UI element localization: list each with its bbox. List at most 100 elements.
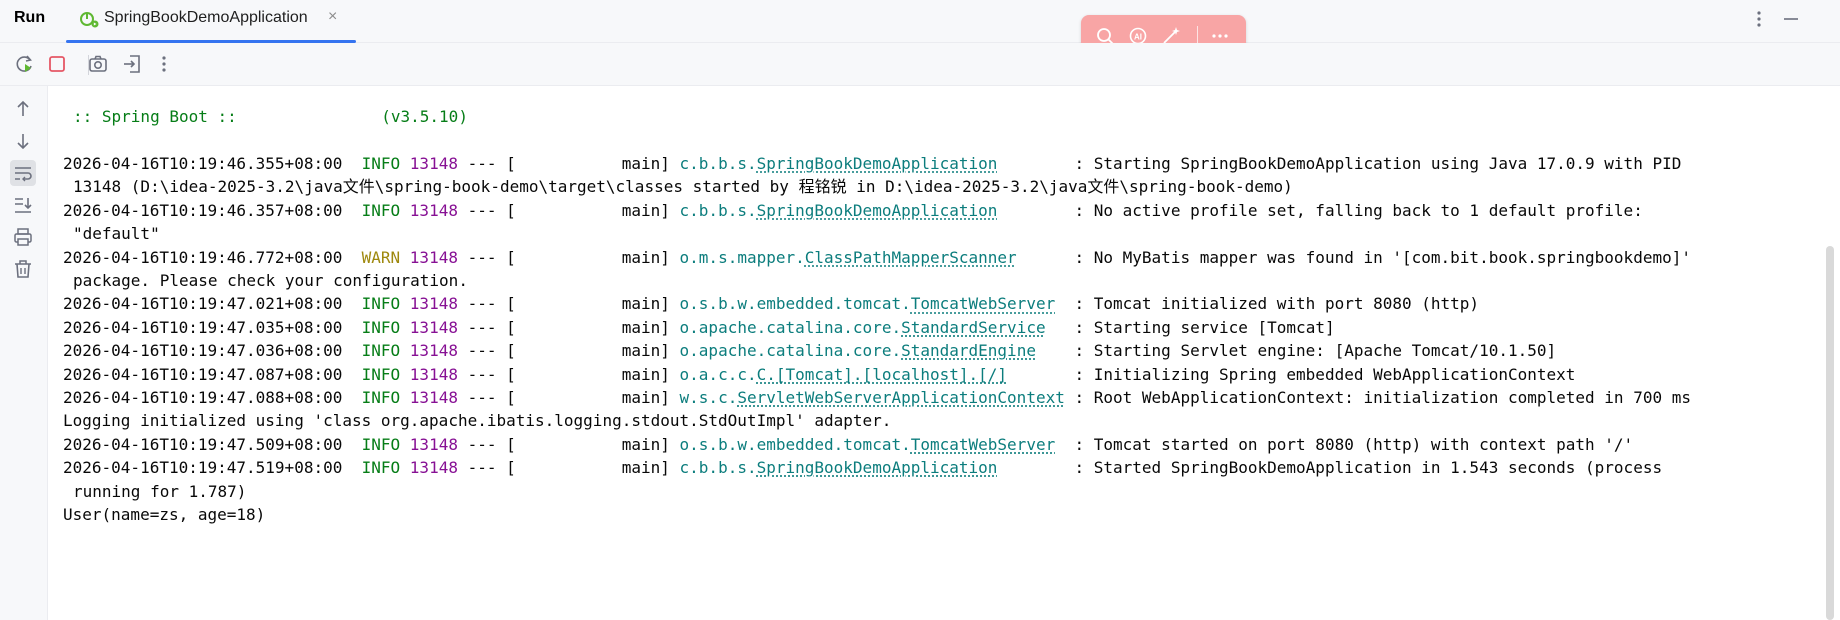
log-line: 2026-04-16T10:19:47.035+08:00 INFO 13148… (63, 318, 1335, 338)
print-icon[interactable] (10, 224, 36, 250)
log-separator: --- [ (457, 434, 516, 454)
rerun-icon[interactable] (12, 52, 36, 76)
log-timestamp: 2026-04-16T10:19:47.509+08:00 (63, 434, 343, 454)
log-timestamp: 2026-04-16T10:19:47.021+08:00 (63, 294, 343, 314)
log-message: : No active profile set, falling back to… (1074, 200, 1643, 220)
log-separator: --- [ (457, 364, 516, 384)
log-padding (1055, 294, 1074, 313)
log-message: : No MyBatis mapper was found in '[com.b… (1074, 247, 1691, 267)
log-level: INFO (361, 341, 401, 361)
run-actionbar (0, 43, 1840, 86)
log-logger-class-link[interactable]: SpringBookDemoApplication (757, 154, 998, 173)
tool-window-header: Run SpringBookDemoApplication × (0, 0, 1840, 43)
svg-text:AI: AI (1134, 33, 1142, 42)
log-pid: 13148 (409, 434, 458, 454)
log-logger-class-link[interactable]: TomcatWebServer (911, 294, 1056, 313)
log-separator: --- [ (457, 458, 516, 478)
log-level: INFO (361, 364, 401, 384)
log-pid: 13148 (409, 388, 458, 407)
tab-springbookdemoapplication[interactable]: SpringBookDemoApplication × (66, 0, 356, 43)
trash-icon[interactable] (10, 256, 36, 282)
log-line: 2026-04-16T10:19:46.772+08:00 WARN 13148… (63, 248, 1691, 268)
log-message: : Tomcat started on port 8080 (http) wit… (1074, 434, 1634, 454)
tab-label: SpringBookDemoApplication (104, 9, 308, 26)
log-level: INFO (361, 388, 401, 407)
log-padding (1007, 365, 1074, 384)
minimize-icon[interactable] (1780, 8, 1802, 30)
log-logger-class-link[interactable]: TomcatWebServer (911, 435, 1056, 454)
log-timestamp: 2026-04-16T10:19:47.035+08:00 (63, 317, 343, 337)
soft-wrap-icon[interactable] (10, 160, 36, 186)
log-logger-class-link[interactable]: ServletWebServerApplicationContext (737, 388, 1065, 407)
log-thread: main] (515, 247, 680, 267)
log-pid: 13148 (409, 294, 458, 314)
log-timestamp: 2026-04-16T10:19:47.087+08:00 (63, 364, 343, 384)
log-message: : Root WebApplicationContext: initializa… (1074, 388, 1691, 407)
log-line: 2026-04-16T10:19:47.519+08:00 INFO 13148… (63, 458, 1662, 478)
console-side-toolbar (0, 86, 48, 620)
log-padding (997, 154, 1074, 173)
log-thread: main] (515, 458, 680, 478)
log-logger-package: c.b.b.s. (679, 458, 757, 478)
log-level: INFO (361, 458, 401, 478)
more-vertical-icon[interactable] (152, 52, 176, 76)
log-line: 2026-04-16T10:19:46.355+08:00 INFO 13148… (63, 154, 1681, 174)
log-logger-package: o.s.b.w.embedded.tomcat. (679, 434, 911, 454)
log-logger-class-link[interactable]: StandardService (901, 318, 1046, 337)
log-logger-package: o.apache.catalina.core. (679, 317, 902, 337)
log-line-continuation: 13148 (D:\idea-2025-3.2\java文件\spring-bo… (73, 177, 1293, 197)
log-logger-package: o.apache.catalina.core. (679, 341, 902, 361)
log-level: INFO (361, 294, 401, 314)
log-separator: --- [ (457, 341, 516, 361)
log-logger-class-link[interactable]: SpringBookDemoApplication (757, 201, 998, 220)
log-logger-package: w.s.c. (679, 388, 738, 407)
log-line: 2026-04-16T10:19:47.509+08:00 INFO 13148… (63, 435, 1633, 455)
stop-icon[interactable] (45, 52, 69, 76)
spring-boot-banner: :: Spring Boot :: (v3.5.10) (73, 107, 468, 126)
scroll-to-end-icon[interactable] (10, 192, 36, 218)
log-logger-class-link[interactable]: SpringBookDemoApplication (757, 458, 998, 477)
log-timestamp: 2026-04-16T10:19:46.355+08:00 (63, 154, 343, 173)
log-timestamp: 2026-04-16T10:19:47.088+08:00 (63, 388, 343, 407)
log-separator: --- [ (457, 388, 516, 407)
log-separator: --- [ (457, 154, 516, 173)
log-thread: main] (515, 294, 680, 314)
exit-icon[interactable] (120, 52, 144, 76)
arrow-down-icon[interactable] (10, 128, 36, 154)
log-level: INFO (361, 154, 401, 173)
camera-icon[interactable] (86, 52, 110, 76)
log-thread: main] (515, 388, 680, 407)
log-logger-class-link[interactable]: C.[Tomcat].[localhost].[/] (757, 365, 1007, 384)
log-pid: 13148 (409, 200, 458, 220)
log-pid: 13148 (409, 364, 458, 384)
spring-boot-icon (80, 12, 99, 28)
log-logger-package: c.b.b.s. (679, 154, 757, 173)
vertical-scrollbar-thumb[interactable] (1826, 246, 1834, 620)
close-tab-icon[interactable]: × (328, 8, 337, 26)
more-vertical-icon[interactable] (1748, 8, 1770, 30)
log-message: : Started SpringBookDemoApplication in 1… (1074, 458, 1663, 478)
log-logger-class-link[interactable]: StandardEngine (901, 341, 1036, 360)
log-message: : Starting Servlet engine: [Apache Tomca… (1074, 341, 1557, 361)
arrow-up-icon[interactable] (10, 96, 36, 122)
log-message: : Starting service [Tomcat] (1074, 317, 1335, 337)
run-title: Run (14, 9, 46, 26)
log-separator: --- [ (457, 247, 516, 267)
log-thread: main] (515, 434, 680, 454)
log-level: INFO (361, 434, 401, 454)
log-line: 2026-04-16T10:19:47.036+08:00 INFO 13148… (63, 341, 1556, 361)
log-pid: 13148 (409, 317, 458, 337)
log-line-continuation: running for 1.787) (73, 481, 247, 501)
console-output[interactable]: :: Spring Boot :: (v3.5.10) 2026-04-16T1… (48, 86, 1818, 620)
log-line-continuation: package. Please check your configuration… (73, 271, 468, 290)
log-line: 2026-04-16T10:19:47.088+08:00 INFO 13148… (63, 388, 1691, 408)
log-logger-package: o.s.b.w.embedded.tomcat. (679, 294, 911, 314)
log-padding (997, 201, 1074, 220)
log-logger-class-link[interactable]: ClassPathMapperScanner (805, 248, 1017, 267)
log-timestamp: 2026-04-16T10:19:47.036+08:00 (63, 341, 343, 361)
log-plain-line: Logging initialized using 'class org.apa… (63, 411, 892, 431)
log-pid: 13148 (409, 341, 458, 361)
log-message: : Starting SpringBookDemoApplication usi… (1074, 154, 1682, 173)
program-output-line: User(name=zs, age=18) (63, 505, 266, 524)
log-line: 2026-04-16T10:19:47.021+08:00 INFO 13148… (63, 294, 1479, 314)
